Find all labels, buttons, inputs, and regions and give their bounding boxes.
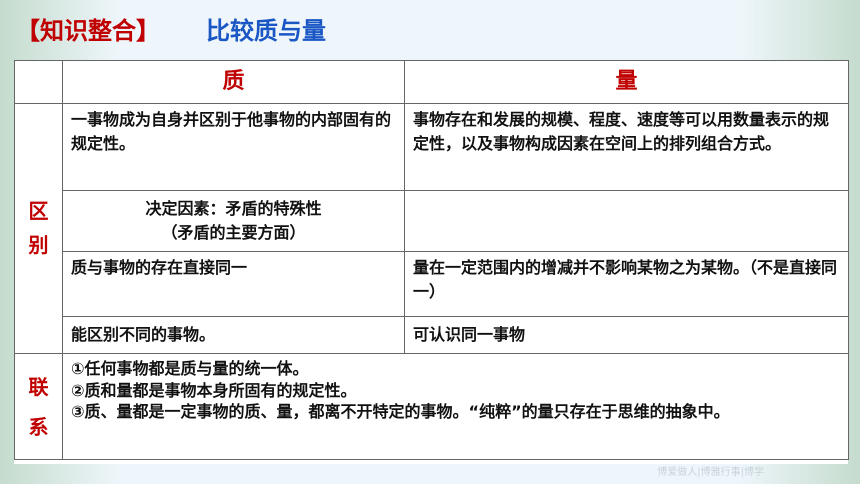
- table-row: 能区别不同的事物。 可认识同一事物: [15, 316, 849, 355]
- connection-label: 联系: [28, 374, 49, 439]
- determinant-line-1: 决定因素：矛盾的特殊性: [145, 199, 322, 219]
- cell-quantity-definition: 事物存在和发展的规模、程度、速度等可以用数量表示的规定性，以及事物构成因素在空间…: [404, 102, 849, 192]
- connection-line-2: ②质和量都是事物本身所固有的规定性。: [71, 380, 357, 400]
- cell-quantity-function: 可认识同一事物: [404, 316, 849, 355]
- difference-label: 区别: [28, 199, 49, 258]
- header-empty: [14, 60, 63, 104]
- title-main-text: 比较质与量: [206, 16, 326, 45]
- table-row: 区别 一事物成为自身并区别于他事物的内部固有的规定性。 事物存在和发展的规模、程…: [14, 102, 849, 355]
- cell-quality-existence: 质与事物的存在直接同一: [62, 251, 405, 318]
- slide-title: 【知识整合】 比较质与量: [16, 8, 326, 48]
- header-row: 质 量: [14, 60, 849, 104]
- cell-quality-function: 能区别不同的事物。: [62, 316, 405, 355]
- table-row: 质与事物的存在直接同一 量在一定范围内的增减并不影响某物之为某物。（不是直接同一…: [15, 251, 849, 318]
- determinant-line-2: （矛盾的主要方面）: [161, 223, 306, 243]
- title-bracket-label: 【知识整合】: [16, 16, 160, 45]
- header-quantity: 量: [404, 60, 849, 104]
- comparison-sheet: 质 量 区别 一事物成为自身并区别于他事物的内部固有的规定性。 事物存在和发展的…: [14, 60, 849, 464]
- header-quality: 质: [62, 60, 405, 104]
- watermark-text: 博爱做人|博雅行事|博学: [657, 467, 764, 478]
- table-row: 决定因素：矛盾的特殊性 （矛盾的主要方面）: [15, 190, 849, 253]
- connection-line-3: ③质、量都是一定事物的质、量，都离不开特定的事物。“纯粹”的量只存在于思维的抽象…: [71, 402, 730, 422]
- connection-line-1: ①任何事物都是质与量的统一体。: [71, 359, 309, 379]
- cell-quantity-determinant: [404, 190, 849, 253]
- cell-quality-determinant: 决定因素：矛盾的特殊性 （矛盾的主要方面）: [62, 190, 405, 253]
- cell-quality-definition: 一事物成为自身并区别于他事物的内部固有的规定性。: [62, 102, 405, 192]
- side-label-connection: 联系: [14, 353, 63, 460]
- cell-quantity-existence: 量在一定范围内的增减并不影响某物之为某物。（不是直接同一）: [404, 251, 849, 318]
- table-row: 联系 ①任何事物都是质与量的统一体。 ②质和量都是事物本身所固有的规定性。 ③质…: [14, 353, 849, 460]
- side-label-difference: 区别: [14, 102, 63, 355]
- cell-connection: ①任何事物都是质与量的统一体。 ②质和量都是事物本身所固有的规定性。 ③质、量都…: [62, 353, 849, 460]
- comparison-table: 质 量 区别 一事物成为自身并区别于他事物的内部固有的规定性。 事物存在和发展的…: [14, 60, 849, 460]
